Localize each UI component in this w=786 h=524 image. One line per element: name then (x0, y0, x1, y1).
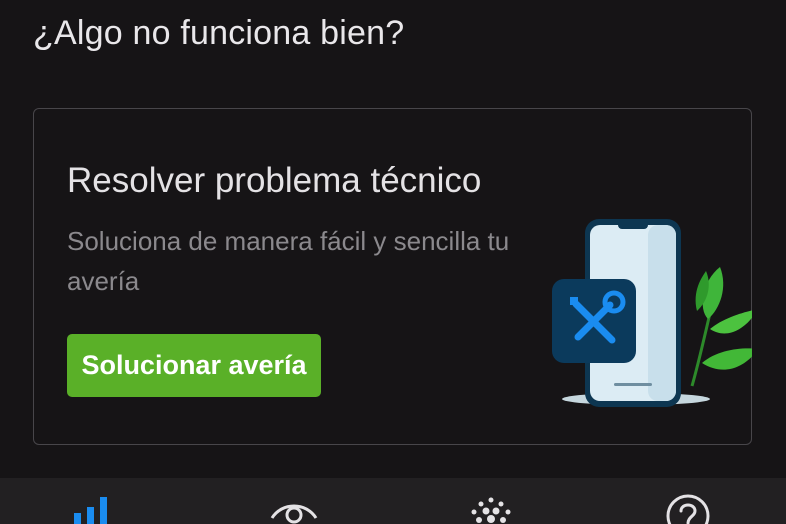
nav-item-view[interactable] (244, 478, 344, 524)
solve-fault-button[interactable]: Solucionar avería (67, 334, 321, 397)
nav-item-consumption[interactable] (48, 478, 148, 524)
bottom-navigation (0, 478, 786, 524)
signal-bars-icon (74, 497, 107, 524)
card-title: Resolver problema técnico (67, 161, 482, 200)
section-title: ¿Algo no funciona bien? (33, 14, 405, 52)
page: ¿Algo no funciona bien? Resolver problem… (0, 0, 786, 524)
nav-item-help[interactable] (638, 478, 738, 524)
eye-icon (270, 504, 318, 524)
tools-icon (552, 279, 636, 363)
nav-item-services[interactable] (441, 478, 541, 524)
dots-burst-icon (471, 497, 511, 523)
leaves-icon (690, 267, 752, 387)
technical-problem-card: Resolver problema técnico Soluciona de m… (33, 108, 752, 445)
help-circle-icon (666, 494, 710, 524)
card-description: Soluciona de manera fácil y sencilla tu … (67, 226, 510, 296)
phone-repair-illustration (552, 219, 752, 407)
